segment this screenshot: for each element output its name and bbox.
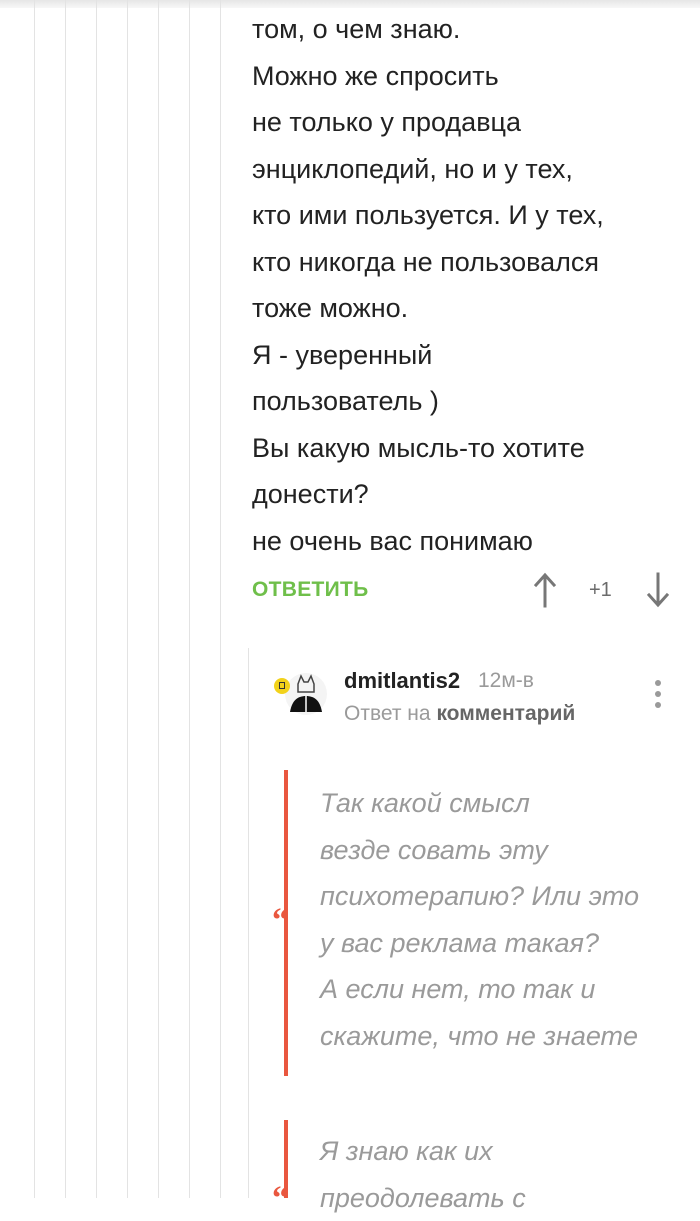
quote-line: А если нет, то так и <box>320 966 680 1013</box>
thread-line <box>189 0 190 1198</box>
comment-body: том, о чем знаю. Можно же спросить не то… <box>252 6 682 564</box>
more-options-icon[interactable] <box>651 680 665 714</box>
quote-icon: “ <box>272 1180 289 1218</box>
comment-line: пользователь ) <box>252 378 682 425</box>
thread-line <box>65 0 66 1198</box>
comment-line: не только у продавца <box>252 99 682 146</box>
quote-line: везде совать эту <box>320 827 680 874</box>
comment-line: Можно же спросить <box>252 53 682 100</box>
comment-line: тоже можно. <box>252 285 682 332</box>
thread-line <box>220 0 221 1198</box>
quote-line: Я знаю как их <box>320 1128 680 1175</box>
quote-icon: “ <box>272 902 289 940</box>
thread-line <box>158 0 159 1198</box>
quote-line: психотерапию? Или это <box>320 873 680 920</box>
comment-line: не очень вас понимаю <box>252 518 682 565</box>
arrow-down-icon[interactable] <box>647 572 669 608</box>
quote-block: Так какой смысл везде совать эту психоте… <box>320 780 680 1059</box>
comment-line: том, о чем знаю. <box>252 6 682 53</box>
comment-line: донести? <box>252 471 682 518</box>
thread-line <box>96 0 97 1198</box>
reply-thread-line <box>248 648 249 1198</box>
rating-count: +1 <box>589 579 612 602</box>
arrow-up-icon[interactable] <box>534 572 556 608</box>
quote-line: у вас реклама такая? <box>320 920 680 967</box>
quote-line: Так какой смысл <box>320 780 680 827</box>
reply-to-link[interactable]: комментарий <box>436 702 575 725</box>
reply-button[interactable]: ОТВЕТИТЬ <box>252 578 369 602</box>
badge-icon <box>274 678 290 694</box>
quote-line: скажите, что не знаете <box>320 1013 680 1060</box>
username[interactable]: dmitlantis2 <box>344 668 460 694</box>
avatar-icon[interactable] <box>284 668 328 720</box>
comment-line: кто никогда не пользовался <box>252 239 682 286</box>
thread-line <box>34 0 35 1198</box>
comment-line: Я - уверенный <box>252 332 682 379</box>
comment-line: энциклопедий, но и у тех, <box>252 146 682 193</box>
quote-block: Я знаю как их преодолевать с <box>320 1128 680 1221</box>
comment-line: кто ими пользуется. И у тех, <box>252 192 682 239</box>
reply-to-prefix: Ответ на <box>344 702 431 725</box>
reply-to-line: Ответ на комментарий <box>344 702 575 726</box>
thread-line <box>127 0 128 1198</box>
comment-actions: ОТВЕТИТЬ +1 <box>252 570 682 614</box>
comment-line: Вы какую мысль-то хотите <box>252 425 682 472</box>
timestamp: 12м-в <box>478 669 534 693</box>
